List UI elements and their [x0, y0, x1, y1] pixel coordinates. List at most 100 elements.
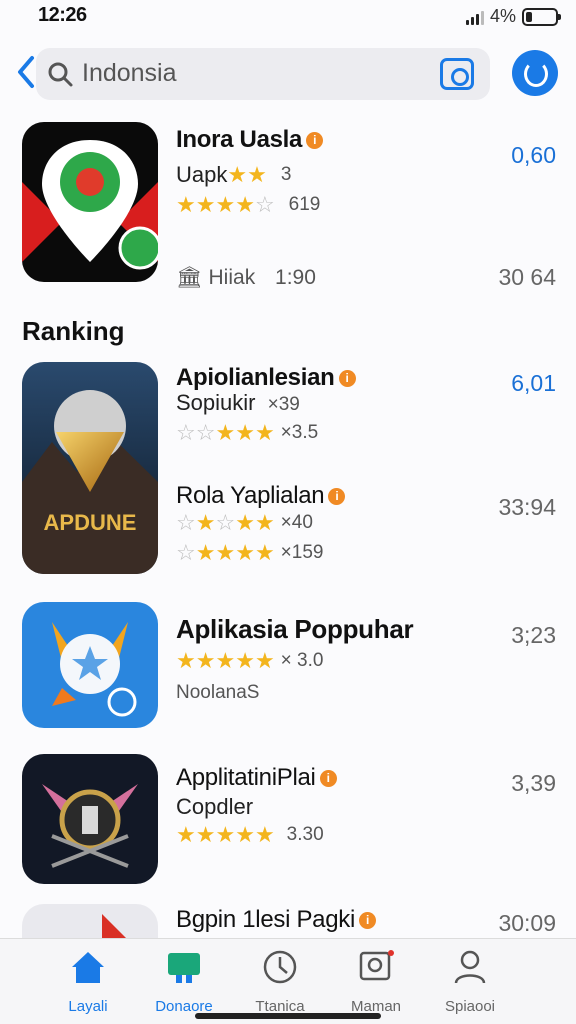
tab-clock[interactable]: Ttanica — [230, 947, 330, 1015]
ranking-4-price[interactable]: 30:09 — [498, 910, 556, 937]
star-icon: ★ — [227, 162, 248, 187]
info-badge-icon: i — [328, 488, 346, 506]
featured-secondary-value: 30 64 — [498, 264, 556, 290]
search-query: Indonsia — [82, 59, 177, 87]
photo-icon — [359, 950, 394, 981]
featured-app-title: Inora Uasla i — [176, 126, 324, 154]
featured-rating: ★ ★ ★ ★ ☆ 619 — [176, 194, 320, 216]
battery-percent: 4% — [489, 6, 516, 26]
ranking-2-rating: ★ ★ ★ ★ ★ × 3.0 — [176, 648, 324, 673]
ranking-4-title: Bgpin 1lesi Pagki i — [176, 906, 377, 934]
ranking-1-rating: ☆ ☆ ★ ★ ★ ×3.5 — [176, 420, 319, 445]
star-icon: ★ — [235, 822, 255, 847]
home-indicator — [195, 1013, 381, 1019]
info-badge-icon: i — [359, 912, 377, 930]
star-icon: ★ — [254, 822, 275, 847]
featured-subtitle: Uapk — [176, 162, 228, 187]
star-icon: ★ — [235, 420, 255, 445]
ranking-1-title: Apiolianlesian i — [176, 364, 356, 392]
info-badge-icon: i — [338, 370, 356, 388]
ranking-row-4[interactable]: Bgpin 1lesi Pagki i 30:09 — [0, 904, 576, 938]
section-title: Ranking — [22, 316, 125, 346]
ranking-row-3[interactable]: ApplitatiniPlai i Copdler ★ ★ ★ ★ ★ 3.30 3,39 — [0, 754, 576, 888]
star-icon: ★ — [215, 420, 236, 445]
ranking-2-title: Aplikasia Poppuhar — [176, 614, 414, 644]
status-right: 4% — [465, 6, 561, 27]
star-empty-icon: ☆ — [195, 420, 216, 445]
bank-icon: 🏛 — [176, 266, 203, 289]
account-button[interactable] — [512, 50, 558, 96]
ranking-row-2[interactable]: Aplikasia Poppuhar ★ ★ ★ ★ ★ × 3.0 NoolanaS … — [0, 602, 576, 732]
star-icon: ★ — [215, 540, 236, 565]
ranking-3-price[interactable]: 3,39 — [511, 770, 556, 797]
star-icon: ★ — [195, 510, 216, 535]
info-badge-icon: i — [306, 132, 324, 150]
star-icon: ★ — [235, 192, 255, 217]
star-empty-icon: ☆ — [176, 540, 196, 565]
ranking-1-app-icon[interactable]: APDUNE — [22, 362, 158, 574]
ranking-1b-title: Rola Yaplialan i — [176, 482, 346, 510]
star-icon: ★ — [235, 510, 255, 535]
star-icon: ★ — [195, 822, 216, 847]
ranking-1-subtitle: Sopiukir ×39 — [176, 390, 300, 415]
ranking-2-app-icon[interactable] — [22, 602, 158, 728]
tab-games[interactable]: Donaore — [134, 947, 234, 1015]
ranking-1b-price[interactable]: 33:94 — [498, 494, 556, 521]
star-icon: ★ — [254, 510, 275, 535]
featured-app-icon[interactable] — [22, 122, 158, 282]
ranking-1c-rating: ☆ ★ ★ ★ ★ ×159 — [176, 540, 324, 565]
star-icon: ★ — [195, 192, 216, 217]
star-empty-icon: ☆ — [254, 192, 275, 217]
ranking-1b-rating: ☆ ★ ☆ ★ ★ ×40 — [176, 510, 313, 535]
ranking-1-price[interactable]: 6,01 — [511, 370, 556, 397]
star-icon: ★ — [235, 648, 255, 673]
signal-icon — [465, 9, 484, 25]
featured-price[interactable]: 0,60 — [511, 142, 556, 169]
ranking-3-title: ApplitatiniPlai i — [176, 764, 337, 792]
status-time: 12:26 — [38, 4, 87, 26]
ranking-4-app-icon[interactable] — [22, 904, 158, 938]
star-icon: ★ — [247, 162, 267, 187]
featured-meta: 🏛 Hiiak 1:90 — [176, 266, 316, 289]
ranking-3-subtitle: Copdler — [176, 794, 254, 819]
tab-profile-label: Spiaooi — [444, 998, 496, 1015]
star-icon: ★ — [235, 540, 255, 565]
ranking-2-price[interactable]: 3;23 — [511, 622, 556, 649]
star-icon: ★ — [176, 192, 196, 217]
ranking-3-app-icon[interactable] — [22, 754, 158, 884]
ranking-row-1[interactable]: APDUNE Apiolianlesian i Sopiukir ×39 ☆ ☆ ★ ★… — [0, 360, 576, 580]
star-empty-icon: ☆ — [215, 510, 236, 535]
status-bar: 12:26 4% — [0, 0, 576, 34]
star-icon: ★ — [215, 822, 236, 847]
battery-icon — [522, 7, 561, 26]
camera-icon[interactable] — [440, 58, 474, 90]
clock-icon — [263, 950, 297, 984]
featured-subtitle-row: Uapk ★ ★ 3 — [176, 162, 291, 188]
games-icon — [168, 953, 200, 983]
featured-app-row[interactable]: Inora Uasla i Uapk ★ ★ 3 ★ ★ ★ ★ ☆ 619 🏛 Hiiak… — [0, 120, 576, 290]
star-icon: ★ — [176, 648, 196, 673]
star-icon: ★ — [195, 648, 216, 673]
star-icon: ★ — [215, 648, 236, 673]
search-field[interactable]: Indonsia — [36, 48, 490, 100]
star-empty-icon: ☆ — [176, 420, 196, 445]
search-icon — [48, 62, 73, 87]
ranking-1-icon-text: APDUNE — [44, 510, 137, 535]
person-icon — [454, 950, 486, 984]
tab-home[interactable]: Layali — [38, 947, 138, 1015]
star-icon: ★ — [215, 192, 236, 217]
star-empty-icon: ☆ — [176, 510, 196, 535]
ranking-2-developer: NoolanaS — [176, 682, 260, 703]
home-icon — [72, 952, 104, 983]
star-icon: ★ — [254, 648, 275, 673]
tab-profile[interactable]: Spiaooi — [420, 947, 520, 1015]
featured-subtitle-note: 3 — [280, 164, 292, 185]
star-icon: ★ — [176, 822, 196, 847]
tab-photo[interactable]: Maman — [326, 947, 426, 1015]
star-icon: ★ — [254, 420, 275, 445]
featured-rating-count: 619 — [288, 194, 321, 215]
ranking-3-rating: ★ ★ ★ ★ ★ 3.30 — [176, 822, 324, 847]
tab-bar: Layali Donaore Ttanica Maman Spiaooi — [0, 938, 576, 1024]
info-badge-icon: i — [319, 770, 337, 788]
star-icon: ★ — [254, 540, 275, 565]
